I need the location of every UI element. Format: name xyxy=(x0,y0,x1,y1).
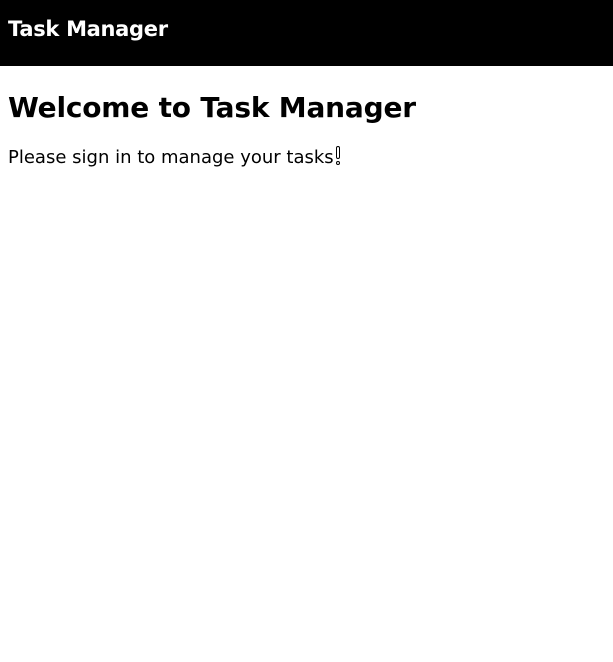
page-title: Welcome to Task Manager xyxy=(8,91,416,124)
app-title: Task Manager xyxy=(8,16,168,41)
sign-in-prompt: Please sign in to manage your tasks xyxy=(8,146,605,170)
main-content: Welcome to Task Manager Please sign in t… xyxy=(0,92,613,170)
text-cursor-icon xyxy=(335,146,341,166)
app-header: Task Manager xyxy=(0,0,613,66)
sign-in-message: Please sign in to manage your tasks xyxy=(8,147,334,168)
